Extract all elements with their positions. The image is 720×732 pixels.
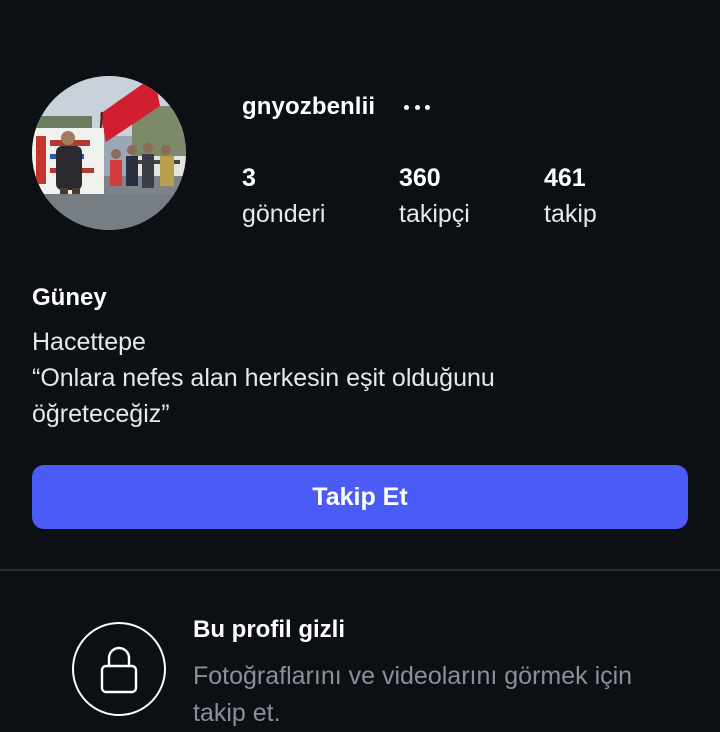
posts-label: gönderi bbox=[242, 200, 326, 228]
username: gnyozbenlii bbox=[242, 93, 376, 120]
divider bbox=[0, 569, 720, 571]
lock-icon bbox=[72, 622, 166, 716]
bio-line: öğreteceğiz” bbox=[32, 400, 170, 428]
followers-count: 360 bbox=[399, 164, 441, 192]
stat-followers[interactable]: 360 takipçi bbox=[399, 162, 470, 234]
following-count: 461 bbox=[544, 164, 586, 192]
avatar[interactable] bbox=[32, 76, 186, 230]
stat-posts: 3 gönderi bbox=[242, 162, 325, 234]
follow-button[interactable]: Takip Et bbox=[32, 465, 688, 529]
avatar-photo bbox=[32, 76, 186, 230]
stat-following[interactable]: 461 takip bbox=[544, 162, 597, 234]
private-profile-description: Fotoğraflarını ve videolarını görmek içi… bbox=[193, 662, 633, 727]
bio: Hacettepe “Onlara nefes alan herkesin eş… bbox=[32, 324, 632, 432]
following-label: takip bbox=[544, 200, 597, 228]
more-horizontal-icon[interactable] bbox=[404, 94, 430, 120]
display-name: Güney bbox=[32, 284, 107, 311]
bio-line: “Onlara nefes alan herkesin eşit olduğun… bbox=[32, 364, 495, 392]
bio-line: Hacettepe bbox=[32, 328, 146, 356]
posts-count: 3 bbox=[242, 164, 256, 192]
followers-label: takipçi bbox=[399, 200, 470, 228]
private-profile-title: Bu profil gizli bbox=[193, 616, 345, 643]
